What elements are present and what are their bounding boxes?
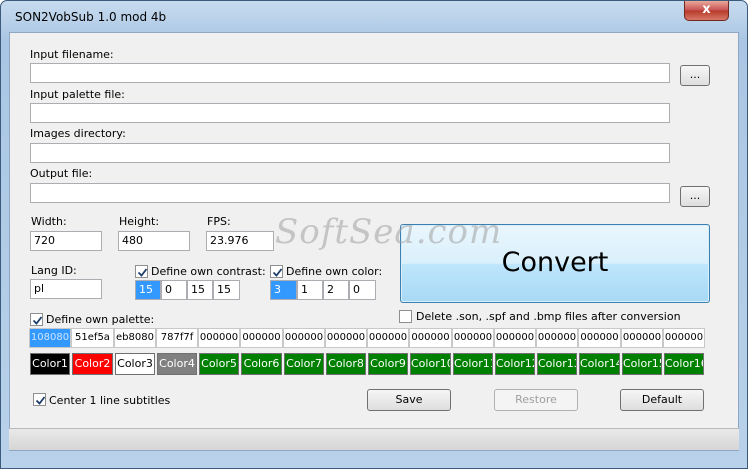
color-value-3[interactable]: 2 — [323, 280, 349, 300]
color-swatch-4[interactable]: Color4 — [157, 353, 197, 375]
color-swatch-1[interactable]: Color1 — [30, 353, 70, 375]
palette-value-9[interactable]: 000000 — [367, 328, 409, 348]
contrast-label: Define own contrast: — [151, 265, 266, 278]
close-button[interactable]: x — [684, 1, 729, 21]
color-swatch-2[interactable]: Color2 — [72, 353, 113, 375]
palette-value-11[interactable]: 000000 — [452, 328, 494, 348]
window-title: SON2VobSub 1.0 mod 4b — [15, 10, 167, 24]
color-swatch-16[interactable]: Color16 — [664, 353, 704, 375]
center-subtitles-checkbox[interactable] — [33, 393, 46, 406]
palette-checkbox[interactable] — [30, 313, 43, 326]
restore-button[interactable]: Restore — [494, 389, 578, 411]
browse-input-label: ... — [689, 68, 701, 81]
output-file-field[interactable] — [30, 183, 670, 203]
checkmark-icon — [32, 316, 43, 325]
default-label: Default — [641, 393, 683, 406]
palette-value-10[interactable]: 000000 — [409, 328, 452, 348]
color-swatch-3[interactable]: Color3 — [115, 353, 155, 375]
color-swatch-7[interactable]: Color7 — [284, 353, 324, 375]
default-button[interactable]: Default — [620, 389, 704, 411]
delete-files-checkbox[interactable] — [399, 310, 412, 323]
palette-value-4[interactable]: 787f7f — [156, 328, 198, 348]
color-swatch-11[interactable]: Color11 — [453, 353, 493, 375]
palette-value-1[interactable]: 108080 — [29, 328, 71, 348]
langid-field[interactable]: pl — [30, 279, 102, 299]
close-icon: x — [702, 2, 711, 17]
height-label: Height: — [119, 215, 160, 228]
palette-value-8[interactable]: 000000 — [325, 328, 367, 348]
color-swatch-12[interactable]: Color12 — [495, 353, 535, 375]
color-swatch-8[interactable]: Color8 — [326, 353, 366, 375]
browse-input-button[interactable]: ... — [680, 65, 710, 86]
palette-value-16[interactable]: 000000 — [663, 328, 705, 348]
color-value-4[interactable]: 0 — [349, 280, 376, 300]
color-swatch-14[interactable]: Color14 — [579, 353, 620, 375]
status-bar — [9, 428, 739, 450]
palette-value-6[interactable]: 000000 — [240, 328, 283, 348]
color-swatch-15[interactable]: Color15 — [622, 353, 662, 375]
palette-value-2[interactable]: 51ef5a — [71, 328, 114, 348]
height-field[interactable]: 480 — [118, 231, 190, 251]
langid-label: Lang ID: — [31, 264, 77, 277]
images-directory-label: Images directory: — [30, 127, 126, 140]
width-label: Width: — [31, 215, 67, 228]
palette-swatches-row: Color1 Color2 Color3 Color4 Color5 Color6 Colo… — [29, 353, 705, 375]
checkmark-icon — [35, 396, 46, 405]
checkmark-icon — [272, 268, 283, 277]
color-swatch-13[interactable]: Color13 — [537, 353, 577, 375]
palette-value-7[interactable]: 000000 — [283, 328, 325, 348]
contrast-value-4[interactable]: 15 — [213, 280, 240, 300]
restore-label: Restore — [515, 393, 557, 406]
color-swatch-5[interactable]: Color5 — [199, 353, 239, 375]
input-filename-label: Input filename: — [30, 48, 114, 61]
contrast-value-1[interactable]: 15 — [135, 280, 161, 300]
save-label: Save — [395, 393, 423, 406]
save-button[interactable]: Save — [367, 389, 451, 411]
browse-output-button[interactable]: ... — [680, 186, 710, 207]
color-checkbox[interactable] — [270, 265, 283, 278]
convert-label: Convert — [501, 247, 609, 278]
color-swatch-10[interactable]: Color10 — [410, 353, 451, 375]
browse-output-label: ... — [689, 189, 701, 202]
palette-label: Define own palette: — [46, 313, 155, 326]
palette-values-row: 108080 51ef5a eb8080 787f7f 000000 000000 0000… — [29, 328, 705, 348]
color-label: Define own color: — [286, 265, 383, 278]
fps-field[interactable]: 23.976 — [206, 231, 274, 251]
images-directory-field[interactable] — [30, 143, 670, 163]
fps-label: FPS: — [207, 215, 231, 228]
contrast-value-2[interactable]: 0 — [161, 280, 187, 300]
input-filename-field[interactable] — [30, 63, 670, 83]
color-swatch-6[interactable]: Color6 — [241, 353, 282, 375]
title-bar[interactable]: SON2VobSub 1.0 mod 4b x — [1, 1, 747, 32]
color-value-1[interactable]: 3 — [270, 280, 297, 300]
checkmark-icon — [137, 268, 148, 277]
palette-value-14[interactable]: 000000 — [578, 328, 621, 348]
palette-value-15[interactable]: 000000 — [621, 328, 663, 348]
delete-files-label: Delete .son, .spf and .bmp files after c… — [416, 310, 681, 323]
input-palette-field[interactable] — [30, 103, 670, 123]
contrast-value-3[interactable]: 15 — [187, 280, 213, 300]
center-subtitles-label: Center 1 line subtitles — [49, 394, 171, 407]
palette-value-13[interactable]: 000000 — [536, 328, 578, 348]
color-value-2[interactable]: 1 — [297, 280, 323, 300]
palette-value-5[interactable]: 000000 — [198, 328, 240, 348]
palette-value-12[interactable]: 000000 — [494, 328, 536, 348]
color-swatch-9[interactable]: Color9 — [368, 353, 408, 375]
width-field[interactable]: 720 — [30, 231, 102, 251]
input-palette-label: Input palette file: — [30, 88, 125, 101]
watermark: SoftSea.com — [275, 212, 503, 252]
output-file-label: Output file: — [30, 167, 93, 180]
palette-value-3[interactable]: eb8080 — [114, 328, 156, 348]
contrast-checkbox[interactable] — [135, 265, 148, 278]
